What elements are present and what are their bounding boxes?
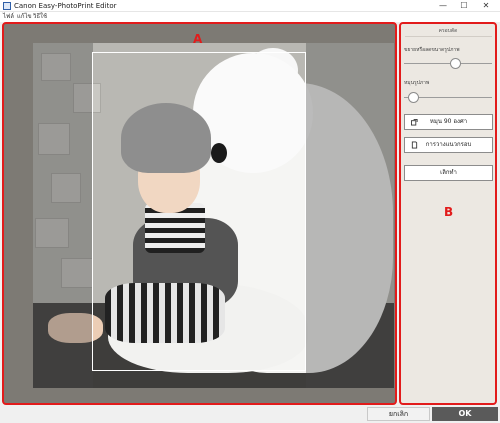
- maximize-button[interactable]: ☐: [454, 0, 474, 12]
- menu-bar: ไฟล์ แก้ไข วิธีใช้: [0, 12, 500, 22]
- window-title: Canon Easy-PhotoPrint Editor: [14, 2, 117, 10]
- frame-orientation-button[interactable]: การวางแนวกรอบ: [404, 137, 493, 153]
- panel-b-marker: B: [444, 205, 454, 219]
- menu-edit[interactable]: แก้ไข: [17, 12, 32, 22]
- crop-frame[interactable]: [92, 52, 306, 371]
- rotate-90-label: หมุน 90 องศา: [429, 118, 468, 125]
- rotate-icon: [411, 118, 418, 126]
- rotate-slider-label: หมุนรูปภาพ: [404, 80, 430, 86]
- title-bar: Canon Easy-PhotoPrint Editor — ☐ ✕: [0, 0, 500, 12]
- close-button[interactable]: ✕: [476, 0, 496, 12]
- crop-dim-right: [306, 43, 394, 388]
- frame-orientation-icon: [411, 141, 418, 149]
- minimize-button[interactable]: —: [433, 0, 453, 12]
- menu-help[interactable]: วิธีใช้: [33, 12, 47, 22]
- reset-label: เลิกทำ: [440, 169, 457, 176]
- frame-orientation-label: การวางแนวกรอบ: [425, 141, 472, 148]
- zoom-slider-label: ขยายหรือลดขนาดรูปภาพ: [404, 47, 460, 53]
- crop-dim-left: [33, 43, 93, 388]
- ok-button[interactable]: OK: [432, 407, 498, 421]
- cancel-button[interactable]: ยกเลิก: [367, 407, 430, 421]
- rotate-90-button[interactable]: หมุน 90 องศา: [404, 114, 493, 130]
- divider: [405, 36, 492, 37]
- zoom-slider-track[interactable]: [404, 63, 492, 64]
- rotate-slider-thumb[interactable]: [407, 92, 419, 103]
- menu-file[interactable]: ไฟล์: [3, 12, 14, 22]
- crop-panel-title: ครอบตัด: [438, 28, 458, 34]
- reset-button[interactable]: เลิกทำ: [404, 165, 493, 181]
- app-icon: [3, 2, 11, 10]
